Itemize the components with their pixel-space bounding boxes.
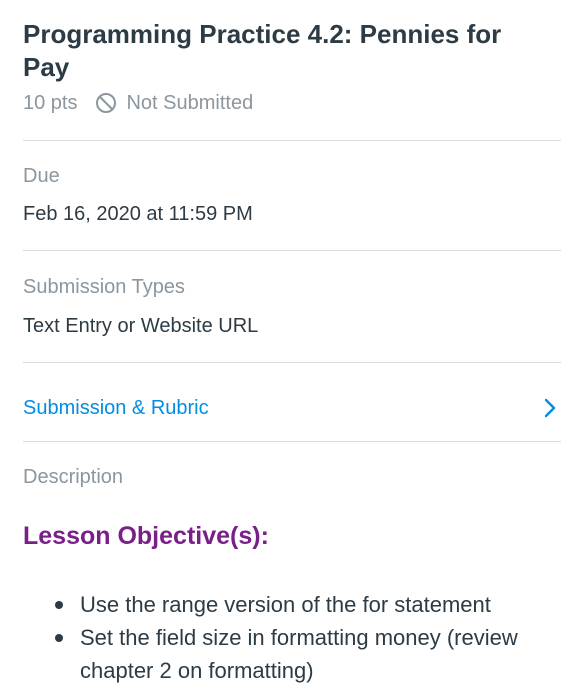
- description-label: Description: [23, 466, 124, 488]
- bullet: [55, 601, 63, 609]
- lesson-objective-heading: Lesson Objective(s):: [23, 522, 269, 550]
- chevron-right-icon: [543, 398, 557, 418]
- due-label: Due: [23, 165, 60, 187]
- list-item: Use the range version of the for stateme…: [23, 588, 561, 621]
- submission-types-value: Text Entry or Website URL: [23, 315, 259, 337]
- objective-list: Use the range version of the for stateme…: [23, 588, 561, 687]
- submission-rubric-label: Submission & Rubric: [23, 396, 209, 419]
- points-label: 10 pts: [23, 91, 78, 114]
- submission-status: Not Submitted: [126, 91, 254, 114]
- submission-rubric-link[interactable]: Submission & Rubric: [23, 384, 561, 432]
- assignment-title: Programming Practice 4.2: Pennies for Pa…: [23, 19, 502, 82]
- bullet: [55, 634, 63, 642]
- divider: [23, 441, 561, 442]
- submission-types-label: Submission Types: [23, 276, 185, 298]
- not-submitted-icon: [95, 92, 117, 114]
- assignment-meta: 10 pts Not Submitted: [23, 90, 253, 116]
- objective-text: Set the field size in formatting money (…: [80, 625, 518, 683]
- divider: [23, 140, 561, 141]
- due-date: Feb 16, 2020 at 11:59 PM: [23, 203, 253, 225]
- list-item: Set the field size in formatting money (…: [23, 621, 561, 687]
- divider: [23, 250, 561, 251]
- objective-text: Use the range version of the for stateme…: [80, 592, 491, 617]
- divider: [23, 362, 561, 363]
